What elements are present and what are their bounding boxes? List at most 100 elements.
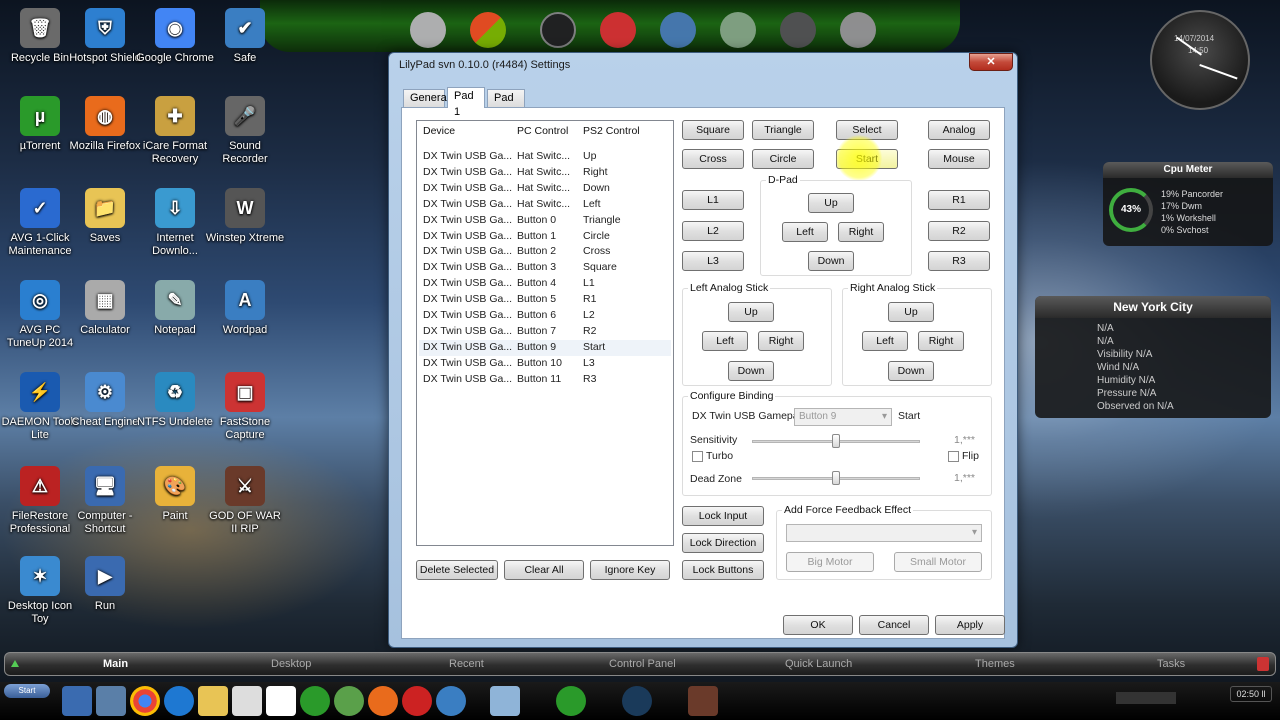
firefox-icon[interactable] [368, 686, 398, 716]
desktop-icon[interactable]: ⇩ Internet Downlo... [135, 188, 215, 258]
small-motor-button[interactable]: Small Motor [894, 552, 982, 572]
desktop-icon[interactable]: ⚙ Cheat Engine [65, 372, 145, 429]
dpad-up-button[interactable]: Up [808, 193, 854, 213]
mouse-button[interactable]: Mouse [928, 149, 990, 169]
tab-pad-2[interactable]: Pad 2 [487, 89, 525, 120]
ignore-key-button[interactable]: Ignore Key [590, 560, 670, 580]
cpu-meter-gadget[interactable]: Cpu Meter 43% 19% Pancorder 17% Dwm 1% W… [1103, 162, 1273, 246]
launcher-control-panel[interactable]: Control Panel [609, 658, 676, 670]
weather-gadget[interactable]: New York City N/A N/A Visibility N/A Win… [1035, 296, 1271, 418]
column-header-ps2-control[interactable]: PS2 Control [583, 125, 640, 141]
cancel-button[interactable]: Cancel [859, 615, 929, 635]
desktop-icon[interactable]: ⛨ Hotspot Shield [65, 8, 145, 65]
drive-icon[interactable] [840, 12, 876, 48]
l1-button[interactable]: L1 [682, 190, 744, 210]
tray-icons[interactable] [1116, 692, 1176, 704]
app-icon[interactable] [436, 686, 466, 716]
binding-row[interactable]: DX Twin USB Ga... Button 1 Circle [419, 229, 671, 245]
shield-icon[interactable] [266, 686, 296, 716]
start-button[interactable]: Start [4, 684, 50, 698]
desktop-icon[interactable]: ⚔ GOD OF WAR II RIP [205, 466, 285, 536]
binding-row[interactable]: DX Twin USB Ga... Button 5 R1 [419, 292, 671, 308]
media-player-icon[interactable] [232, 686, 262, 716]
desktop-icon[interactable]: A Wordpad [205, 280, 285, 337]
left-stick-right-button[interactable]: Right [758, 331, 804, 351]
recycle-icon[interactable] [660, 12, 696, 48]
right-stick-down-button[interactable]: Down [888, 361, 934, 381]
lilypad-task-icon[interactable] [490, 686, 520, 716]
tray-clock[interactable]: 02:50 ll [1230, 686, 1272, 702]
desktop-icon[interactable]: 🎨 Paint [135, 466, 215, 523]
binding-row[interactable]: DX Twin USB Ga... Button 10 L3 [419, 356, 671, 372]
launcher-tasks[interactable]: Tasks [1157, 658, 1185, 670]
desktop-icon[interactable]: 🎤 Sound Recorder [205, 96, 285, 166]
desktop-icon[interactable]: ▣ FastStone Capture [205, 372, 285, 442]
utorrent-icon[interactable] [300, 686, 330, 716]
launcher-main[interactable]: Main [103, 658, 128, 670]
lock-input-button[interactable]: Lock Input [682, 506, 764, 526]
dpad-down-button[interactable]: Down [808, 251, 854, 271]
binding-row[interactable]: DX Twin USB Ga... Button 7 R2 [419, 324, 671, 340]
left-stick-up-button[interactable]: Up [728, 302, 774, 322]
clear-all-button[interactable]: Clear All [504, 560, 584, 580]
launcher-desktop[interactable]: Desktop [271, 658, 311, 670]
big-motor-button[interactable]: Big Motor [786, 552, 874, 572]
left-stick-left-button[interactable]: Left [702, 331, 748, 351]
delete-selected-button[interactable]: Delete Selected [416, 560, 498, 580]
force-feedback-select[interactable]: ▾ [786, 524, 982, 542]
dpad-left-button[interactable]: Left [782, 222, 828, 242]
cross-button[interactable]: Cross [682, 149, 744, 169]
sensitivity-slider[interactable] [832, 434, 840, 448]
binding-row[interactable]: DX Twin USB Ga... Button 3 Square [419, 260, 671, 276]
internet-explorer-icon[interactable] [164, 686, 194, 716]
r2-button[interactable]: R2 [928, 221, 990, 241]
nexus-logo-icon[interactable] [410, 12, 446, 48]
binding-row[interactable]: DX Twin USB Ga... Hat Switc... Left [419, 197, 671, 213]
ok-button[interactable]: OK [783, 615, 853, 635]
desktop-icon[interactable]: 🖥 Computer - Shortcut [65, 466, 145, 536]
dock-app-icon[interactable] [600, 12, 636, 48]
analog-button[interactable]: Analog [928, 120, 990, 140]
lock-buttons-button[interactable]: Lock Buttons [682, 560, 764, 580]
r3-button[interactable]: R3 [928, 251, 990, 271]
flip-checkbox[interactable] [948, 451, 959, 462]
binding-row[interactable]: DX Twin USB Ga... Button 4 L1 [419, 276, 671, 292]
lock-direction-button[interactable]: Lock Direction [682, 533, 764, 553]
triangle-button[interactable]: Triangle [752, 120, 814, 140]
circle-button[interactable]: Circle [752, 149, 814, 169]
select-button[interactable]: Select [836, 120, 898, 140]
desktop-icon[interactable]: ♻ NTFS Undelete [135, 372, 215, 429]
desktop-icon[interactable]: ◍ Mozilla Firefox [65, 96, 145, 153]
dpad-right-button[interactable]: Right [838, 222, 884, 242]
network-icon[interactable] [334, 686, 364, 716]
binding-control-select[interactable]: Button 9 ▾ [794, 408, 892, 426]
column-header-pc-control[interactable]: PC Control [517, 125, 568, 141]
deadzone-slider[interactable] [832, 471, 840, 485]
desktop-icon[interactable]: ✔ Safe [205, 8, 285, 65]
globe-icon[interactable] [720, 12, 756, 48]
launcher-themes[interactable]: Themes [975, 658, 1015, 670]
desktop-icon[interactable]: ◉ Google Chrome [135, 8, 215, 65]
binding-row[interactable]: DX Twin USB Ga... Hat Switc... Right [419, 165, 671, 181]
turbo-checkbox[interactable] [692, 451, 703, 462]
desktop-icon[interactable]: ✎ Notepad [135, 280, 215, 337]
desktop-icon[interactable]: ✚ iCare Format Recovery [135, 96, 215, 166]
launcher-recent[interactable]: Recent [449, 658, 484, 670]
binding-row[interactable]: DX Twin USB Ga... Hat Switc... Down [419, 181, 671, 197]
desktop-icon[interactable]: 📁 Saves [65, 188, 145, 245]
camera-icon[interactable] [780, 12, 816, 48]
binding-list[interactable]: Device PC Control PS2 Control DX Twin US… [416, 120, 674, 546]
chrome-icon[interactable] [130, 686, 160, 716]
game-app-icon[interactable] [402, 686, 432, 716]
desktop-icon[interactable]: W Winstep Xtreme [205, 188, 285, 245]
clock-icon[interactable] [540, 12, 576, 48]
folder-icon[interactable] [198, 686, 228, 716]
expand-up-icon[interactable] [11, 659, 19, 667]
binding-row[interactable]: DX Twin USB Ga... Button 11 R3 [419, 372, 671, 388]
square-button[interactable]: Square [682, 120, 744, 140]
start-button[interactable]: Start [836, 149, 898, 169]
l3-button[interactable]: L3 [682, 251, 744, 271]
loading-task-icon[interactable] [622, 686, 652, 716]
binding-row[interactable]: DX Twin USB Ga... Button 6 L2 [419, 308, 671, 324]
right-stick-up-button[interactable]: Up [888, 302, 934, 322]
